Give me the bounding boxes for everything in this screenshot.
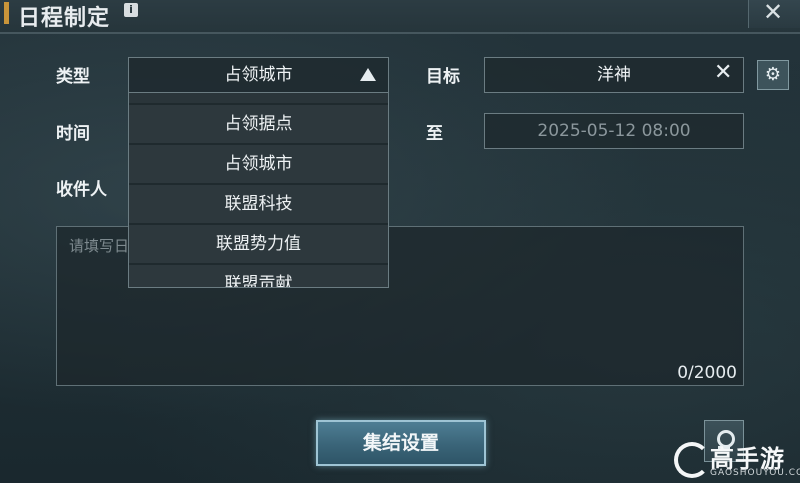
dropdown-item[interactable]: 占领城市 <box>129 143 388 183</box>
triangle-up-icon[interactable] <box>360 68 376 81</box>
type-select-value: 占领城市 <box>224 65 293 85</box>
page-title: 日程制定 <box>18 5 111 31</box>
type-label: 类型 <box>56 67 90 87</box>
to-label: 至 <box>426 124 443 144</box>
end-time-value: 2025-05-12 08:00 <box>537 121 691 141</box>
target-field[interactable]: 洋神 <box>484 57 744 93</box>
settings-button[interactable]: ⚙ <box>757 60 789 90</box>
rally-settings-label: 集结设置 <box>362 432 439 454</box>
type-dropdown-list[interactable]: 占领据点 占领城市 联盟科技 联盟势力值 联盟贡献 <box>128 92 389 288</box>
dropdown-item[interactable]: 占领据点 <box>129 103 388 143</box>
title-accent <box>4 2 9 24</box>
title-bar: 日程制定 i ✕ <box>0 0 800 34</box>
dropdown-item[interactable]: 联盟势力值 <box>129 223 388 263</box>
close-icon: ✕ <box>763 0 784 26</box>
clear-icon[interactable]: ✕ <box>714 60 732 85</box>
info-icon[interactable]: i <box>124 3 138 17</box>
end-time-field[interactable]: 2025-05-12 08:00 <box>484 113 744 149</box>
time-label: 时间 <box>56 124 90 144</box>
message-placeholder: 请填写日 <box>69 237 130 255</box>
dropdown-item[interactable]: 联盟贡献 <box>129 263 388 287</box>
watermark-logo-icon <box>674 442 710 478</box>
target-label: 目标 <box>426 67 460 87</box>
gear-icon: ⚙ <box>764 64 782 85</box>
recipient-label: 收件人 <box>56 180 107 200</box>
type-select[interactable]: 占领城市 <box>128 57 389 93</box>
char-counter: 0/2000 <box>677 363 737 383</box>
rally-settings-button[interactable]: 集结设置 <box>316 420 486 466</box>
dropdown-item[interactable]: 联盟科技 <box>129 183 388 223</box>
close-button[interactable]: ✕ <box>748 0 800 28</box>
watermark: 高手游 GAOSHOUYOU.COM <box>674 442 800 483</box>
target-value: 洋神 <box>597 65 631 85</box>
watermark-sub: GAOSHOUYOU.COM <box>710 468 800 478</box>
